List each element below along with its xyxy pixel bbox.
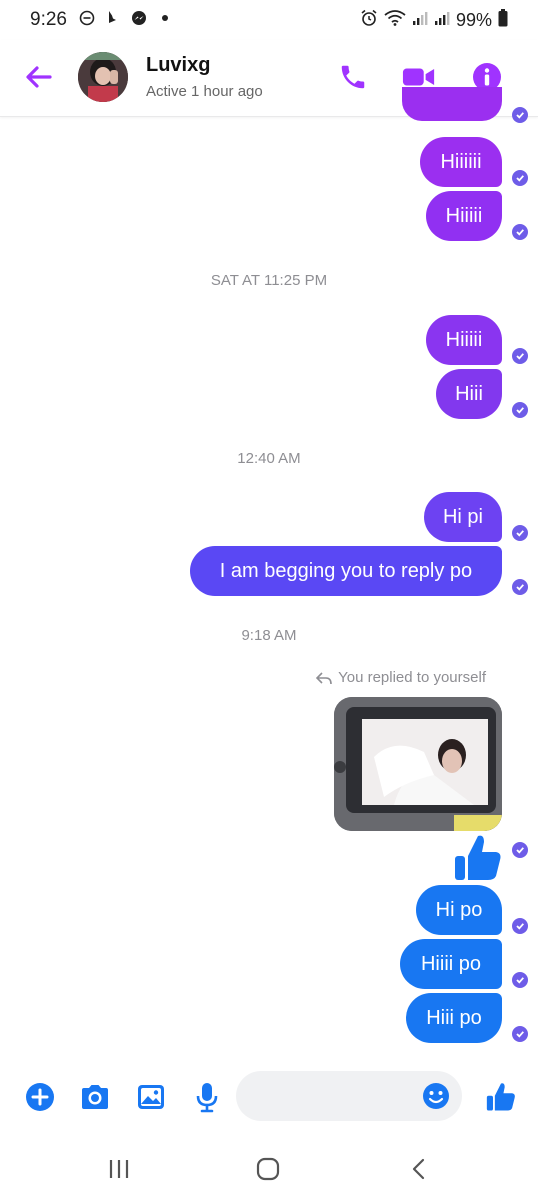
- back-button[interactable]: [22, 60, 56, 94]
- contact-active-status: Active 1 hour ago: [146, 83, 263, 100]
- voice-button[interactable]: [191, 1081, 223, 1113]
- thumbs-up-sticker[interactable]: [452, 832, 504, 884]
- message-bubble[interactable]: Hiiiii: [426, 315, 502, 365]
- like-button[interactable]: [485, 1081, 517, 1113]
- status-bar: 9:26 99%: [0, 0, 538, 40]
- back-icon: [412, 1158, 425, 1180]
- message-bubble[interactable]: Hiiiii: [426, 191, 502, 241]
- gallery-button[interactable]: [135, 1081, 167, 1113]
- seen-check-icon: [512, 1026, 528, 1042]
- timestamp-divider: 9:18 AM: [241, 627, 297, 644]
- more-actions-button[interactable]: [24, 1081, 56, 1113]
- avatar[interactable]: [78, 52, 128, 102]
- seen-check-icon: [512, 842, 528, 858]
- do-not-disturb-icon: [78, 9, 96, 27]
- thumbs-up-icon: [486, 1083, 515, 1111]
- seen-check-icon: [512, 224, 528, 240]
- dot-icon: [156, 9, 174, 27]
- home-button[interactable]: [253, 1154, 283, 1184]
- nav-back-button[interactable]: [404, 1154, 434, 1184]
- plus-icon: [26, 1083, 54, 1111]
- messenger-icon: [130, 9, 148, 27]
- battery-icon: [498, 9, 508, 32]
- message-bubble[interactable]: Hiiiiii: [420, 137, 502, 187]
- phone-icon: [341, 65, 365, 89]
- camera-button[interactable]: [79, 1081, 111, 1113]
- message-bubble-partial[interactable]: [402, 87, 502, 121]
- timestamp-divider: SAT AT 11:25 PM: [210, 272, 328, 289]
- gallery-icon: [138, 1085, 164, 1109]
- back-arrow-icon: [26, 66, 52, 88]
- photo-attachment[interactable]: [334, 697, 502, 831]
- status-left-icons: [78, 9, 174, 27]
- status-right: 99%: [360, 9, 508, 32]
- signal-icon: [434, 10, 450, 31]
- recent-apps-button[interactable]: [104, 1154, 134, 1184]
- wifi-icon: [384, 10, 406, 31]
- microphone-icon: [196, 1083, 218, 1113]
- seen-check-icon: [512, 170, 528, 186]
- message-bubble[interactable]: I am begging you to reply po: [190, 546, 502, 596]
- bing-icon: [104, 9, 122, 27]
- message-bubble[interactable]: Hi pi: [424, 492, 502, 542]
- contact-name[interactable]: Luvixg: [146, 54, 210, 77]
- message-bubble[interactable]: Hi po: [416, 885, 502, 935]
- message-composer: [0, 1068, 538, 1128]
- seen-check-icon: [512, 972, 528, 988]
- reply-arrow-icon: [316, 671, 332, 684]
- call-button[interactable]: [336, 60, 370, 94]
- emoji-button[interactable]: [422, 1082, 450, 1110]
- message-thread[interactable]: Hiiiiii Hiiiii SAT AT 11:25 PM Hiiiii Hi…: [0, 87, 538, 1052]
- recent-apps-icon: [109, 1160, 129, 1178]
- seen-check-icon: [512, 579, 528, 595]
- signal-icon: [412, 10, 428, 31]
- reply-note: You replied to yourself: [316, 669, 486, 686]
- message-bubble[interactable]: Hiii po: [406, 993, 502, 1043]
- reply-note-text: You replied to yourself: [338, 669, 486, 686]
- system-nav-bar: [0, 1140, 538, 1200]
- timestamp-divider: 12:40 AM: [237, 450, 301, 467]
- emoji-icon: [423, 1083, 449, 1109]
- thumbs-up-icon: [455, 835, 501, 880]
- seen-check-icon: [512, 348, 528, 364]
- alarm-icon: [360, 9, 378, 32]
- camera-icon: [82, 1085, 108, 1109]
- battery-percent: 99%: [455, 10, 492, 30]
- status-time: 9:26: [30, 9, 67, 30]
- seen-check-icon: [512, 918, 528, 934]
- seen-check-icon: [512, 107, 528, 123]
- home-icon: [256, 1157, 280, 1181]
- seen-check-icon: [512, 525, 528, 541]
- seen-check-icon: [512, 402, 528, 418]
- message-bubble[interactable]: Hiiii po: [400, 939, 502, 989]
- message-bubble[interactable]: Hiii: [436, 369, 502, 419]
